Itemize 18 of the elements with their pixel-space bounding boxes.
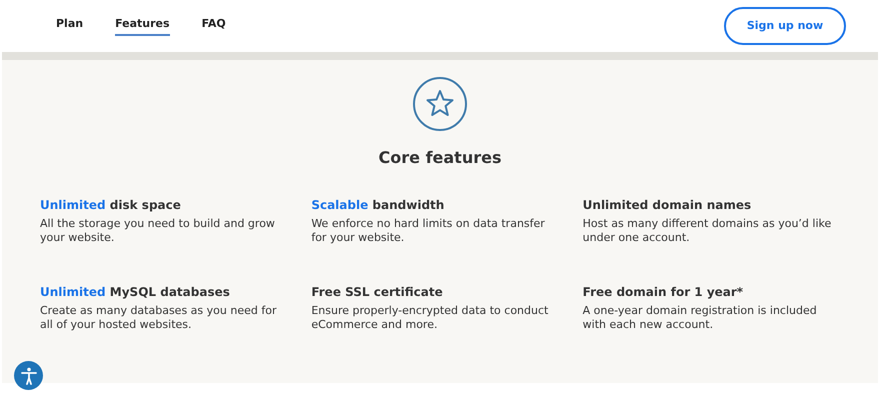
sign-up-button[interactable]: Sign up now xyxy=(724,7,846,45)
person-icon xyxy=(18,366,38,386)
section-title: Core features xyxy=(378,147,502,169)
feature-description: Ensure properly-encrypted data to conduct eCommerce and more. xyxy=(311,304,550,332)
feature-title: Unlimited domain names xyxy=(582,197,752,214)
feature-description: Host as many different domains as you’d like under one account. xyxy=(582,217,832,245)
feature-description: Create as many databases as you need for all of your hosted websites. xyxy=(40,304,278,332)
nav-link[interactable]: FAQ xyxy=(202,16,226,36)
feature-description: A one-year domain registration is included with each new account. xyxy=(582,304,818,332)
feature-description: All the storage you need to build and grow your website. xyxy=(40,217,276,245)
feature-title: Unlimited disk space xyxy=(40,197,182,214)
feature-title: Free domain for 1 year* xyxy=(582,284,744,301)
nav-link[interactable]: Features xyxy=(115,16,170,36)
feature-title: Free SSL certificate xyxy=(311,284,444,301)
feature-title: Unlimited MySQL databases xyxy=(40,284,231,301)
feature-title: Scalable bandwidth xyxy=(311,197,446,214)
nav-link[interactable]: Plan xyxy=(56,16,84,36)
feature-description: We enforce no hard limits on data transfer for your website. xyxy=(311,217,546,245)
